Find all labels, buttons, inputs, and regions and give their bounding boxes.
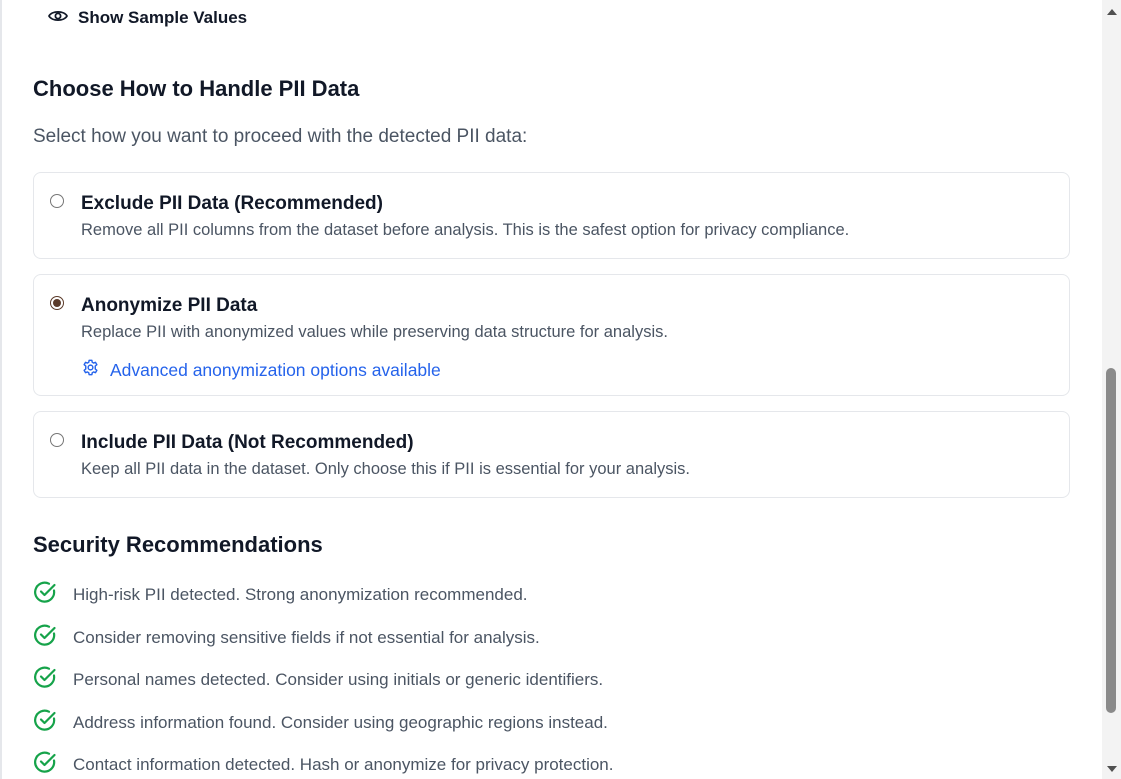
option-anonymize-pii[interactable]: Anonymize PII Data Replace PII with anon… — [33, 274, 1070, 396]
option-include-pii[interactable]: Include PII Data (Not Recommended) Keep … — [33, 411, 1070, 498]
recommendation-item: High-risk PII detected. Strong anonymiza… — [33, 580, 528, 609]
recommendation-item: Address information found. Consider usin… — [33, 708, 608, 737]
option-exclude-pii[interactable]: Exclude PII Data (Recommended) Remove al… — [33, 172, 1070, 259]
recommendation-item: Consider removing sensitive fields if no… — [33, 623, 540, 652]
include-pii-radio[interactable] — [50, 433, 64, 447]
recommendation-item: Contact information detected. Hash or an… — [33, 750, 614, 779]
panel-left-border — [0, 0, 2, 779]
recommendation-text: Contact information detected. Hash or an… — [73, 754, 614, 774]
check-circle-icon — [33, 750, 57, 779]
security-section-title: Security Recommendations — [33, 532, 323, 557]
pii-section-intro: Select how you want to proceed with the … — [33, 126, 528, 147]
scroll-down-arrow-icon[interactable] — [1107, 766, 1117, 772]
recommendation-text: Address information found. Consider usin… — [73, 712, 608, 732]
eye-icon — [48, 9, 68, 28]
check-circle-icon — [33, 623, 57, 652]
scrollbar-thumb[interactable] — [1106, 368, 1116, 713]
advanced-anonymization-link[interactable]: Advanced anonymization options available — [81, 358, 441, 382]
gear-icon — [81, 358, 100, 382]
check-circle-icon — [33, 580, 57, 609]
show-sample-values-label: Show Sample Values — [78, 8, 248, 27]
recommendation-item: Personal names detected. Consider using … — [33, 665, 603, 694]
advanced-anonymization-label: Advanced anonymization options available — [110, 359, 441, 380]
pii-section-title: Choose How to Handle PII Data — [33, 76, 360, 101]
pii-handling-panel: Show Sample Values Choose How to Handle … — [0, 0, 1121, 779]
show-sample-values-button[interactable]: Show Sample Values — [48, 8, 247, 28]
recommendation-text: High-risk PII detected. Strong anonymiza… — [73, 584, 528, 604]
recommendation-text: Consider removing sensitive fields if no… — [73, 627, 540, 647]
anonymize-pii-radio[interactable] — [50, 296, 64, 310]
check-circle-icon — [33, 708, 57, 737]
check-circle-icon — [33, 665, 57, 694]
exclude-pii-radio[interactable] — [50, 194, 64, 208]
exclude-pii-description: Remove all PII columns from the dataset … — [81, 221, 850, 239]
recommendation-text: Personal names detected. Consider using … — [73, 669, 604, 689]
include-pii-description: Keep all PII data in the dataset. Only c… — [81, 460, 690, 478]
exclude-pii-title: Exclude PII Data (Recommended) — [81, 193, 383, 214]
include-pii-title: Include PII Data (Not Recommended) — [81, 432, 414, 453]
anonymize-pii-description: Replace PII with anonymized values while… — [81, 323, 668, 341]
anonymize-pii-title: Anonymize PII Data — [81, 295, 258, 316]
scroll-up-arrow-icon[interactable] — [1107, 9, 1117, 15]
vertical-scrollbar[interactable] — [1102, 0, 1121, 779]
